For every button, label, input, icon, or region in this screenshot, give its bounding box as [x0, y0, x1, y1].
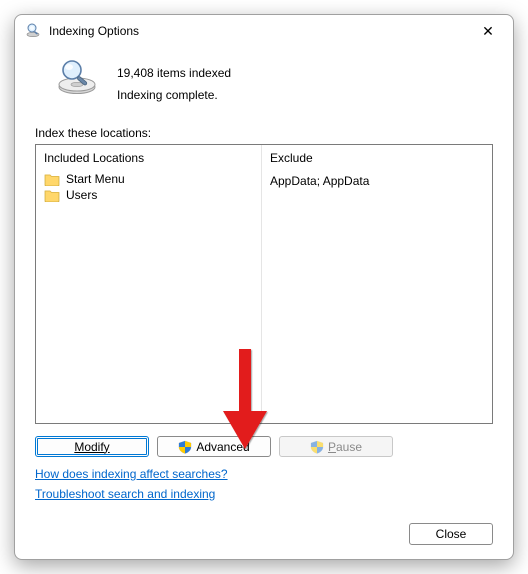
close-button[interactable]: Close [409, 523, 493, 545]
pause-button: Pause [279, 436, 393, 457]
included-column: Included Locations Start Menu Users [36, 145, 262, 423]
button-label: ause [336, 440, 362, 454]
how-indexing-link[interactable]: How does indexing affect searches? [35, 467, 228, 481]
indexed-count: 19,408 items indexed [117, 63, 231, 85]
troubleshoot-link[interactable]: Troubleshoot search and indexing [35, 487, 215, 501]
magnifier-drive-large-icon [55, 57, 99, 100]
uac-shield-icon [178, 440, 192, 454]
window-title: Indexing Options [49, 24, 139, 38]
folder-icon [44, 188, 60, 202]
exclude-header[interactable]: Exclude [268, 149, 486, 171]
list-item[interactable]: Start Menu [42, 171, 255, 187]
dialog-body: 19,408 items indexed Indexing complete. … [15, 47, 513, 559]
title-bar: Indexing Options ✕ [15, 15, 513, 47]
indexing-options-dialog: Indexing Options ✕ 19,408 items indexed … [14, 14, 514, 560]
list-item[interactable]: Users [42, 187, 255, 203]
magnifier-drive-icon [25, 22, 41, 41]
exclude-value: AppData; AppData [268, 173, 486, 189]
included-header[interactable]: Included Locations [42, 149, 255, 171]
advanced-button[interactable]: Advanced [157, 436, 271, 457]
button-label: Modify [74, 440, 109, 454]
button-label: Advanced [196, 440, 249, 454]
location-name: Users [66, 188, 97, 202]
exclude-column: Exclude AppData; AppData [262, 145, 492, 423]
folder-icon [44, 172, 60, 186]
locations-label: Index these locations: [35, 126, 493, 140]
action-buttons: Modify Advanced [35, 436, 493, 457]
help-links: How does indexing affect searches? Troub… [35, 465, 493, 505]
window-close-button[interactable]: ✕ [467, 17, 509, 45]
locations-list: Included Locations Start Menu Users [35, 144, 493, 424]
modify-button[interactable]: Modify [35, 436, 149, 457]
dialog-footer: Close [35, 523, 493, 545]
indexing-state: Indexing complete. [117, 85, 231, 107]
status-area: 19,408 items indexed Indexing complete. [35, 53, 493, 118]
status-text: 19,408 items indexed Indexing complete. [117, 57, 231, 106]
location-name: Start Menu [66, 172, 125, 186]
uac-shield-icon [310, 440, 324, 454]
close-icon: ✕ [482, 24, 494, 38]
